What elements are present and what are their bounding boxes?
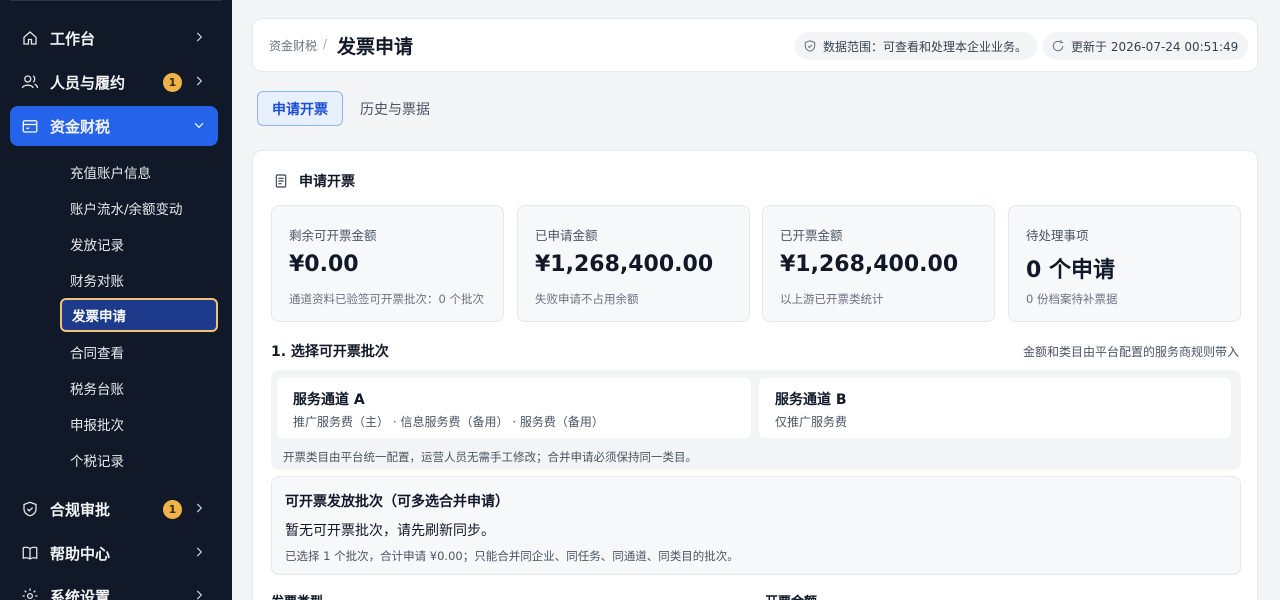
- sidebar-subitem-account-flow[interactable]: 账户流水/余额变动: [60, 191, 218, 225]
- sidebar-item-label: 人员与履约: [50, 73, 126, 92]
- batch-empty-state: 暂无可开票批次，请先刷新同步。: [285, 523, 495, 539]
- stat-card-remaining: 剩余可开票金额 ¥0.00 通道资料已验签可开票批次：0 个批次: [271, 205, 504, 322]
- stat-value: ¥1,268,400.00: [535, 252, 714, 277]
- tab-apply-invoice[interactable]: 申请开票: [257, 91, 343, 126]
- invoice-type-label: 发票类型: [271, 591, 323, 600]
- sidebar-item-personnel[interactable]: 人员与履约 1: [10, 62, 218, 102]
- channel-card-b[interactable]: 服务通道 B 仅推广服务费: [759, 378, 1231, 438]
- sidebar-subitem-reconciliation[interactable]: 财务对账: [60, 263, 218, 297]
- stat-value: ¥1,268,400.00: [780, 252, 959, 277]
- invoice-amount-label: 开票金额: [765, 591, 817, 600]
- users-icon: [20, 72, 40, 92]
- step-hint: 金额和类目由平台配置的服务商规则带入: [1022, 345, 1239, 359]
- sidebar: 工作台 人员与履约 1 资金财税 充值账户信息 账户流水/余额变动 发放记录 财…: [0, 0, 232, 600]
- chevron-right-icon: [192, 501, 206, 515]
- channel-categories: 仅推广服务费: [775, 415, 848, 429]
- stat-card-pending: 待处理事项 0 个申请 0 份档案待补票据: [1008, 205, 1241, 322]
- updated-time: 更新于 2026-07-24 00:51:49: [1071, 39, 1239, 54]
- notification-badge: 1: [163, 500, 182, 519]
- book-icon: [20, 543, 40, 563]
- batch-title: 可开票发放批次（可多选合并申请）: [285, 494, 509, 510]
- stat-note: 通道资料已验签可开票批次：0 个批次: [289, 292, 484, 306]
- channel-card-a[interactable]: 服务通道 A 推广服务费（主） · 信息服务费（备用） · 服务费（备用）: [277, 378, 751, 438]
- document-icon: [275, 174, 287, 188]
- stat-note: 失败申请不占用余额: [535, 292, 639, 306]
- sidebar-subitem-iit-records[interactable]: 个税记录: [60, 443, 218, 477]
- sidebar-item-workbench[interactable]: 工作台: [10, 18, 218, 58]
- sidebar-subitem-tax-ledger[interactable]: 税务台账: [60, 371, 218, 405]
- gear-icon: [20, 586, 40, 600]
- page-header: 资金财税 / 发票申请 数据范围：可查看和处理本企业业务。 更新于 2026-0…: [252, 18, 1258, 72]
- sidebar-item-label: 帮助中心: [50, 544, 111, 563]
- channel-list: 服务通道 A 推广服务费（主） · 信息服务费（备用） · 服务费（备用） 服务…: [271, 370, 1241, 470]
- batch-selector: 可开票发放批次（可多选合并申请） 暂无可开票批次，请先刷新同步。 已选择 1 个…: [271, 476, 1241, 575]
- shield-check-icon: [20, 499, 40, 519]
- sidebar-item-compliance[interactable]: 合规审批 1: [10, 489, 218, 529]
- data-scope-badge: 数据范围：可查看和处理本企业业务。: [795, 32, 1038, 60]
- sidebar-item-help[interactable]: 帮助中心: [10, 533, 218, 573]
- sidebar-item-label: 系统设置: [50, 587, 111, 600]
- stat-value: 0 个申请: [1026, 258, 1115, 283]
- home-icon: [20, 28, 40, 48]
- stat-label: 待处理事项: [1026, 228, 1089, 243]
- invoice-apply-panel: 申请开票 剩余可开票金额 ¥0.00 通道资料已验签可开票批次：0 个批次 已申…: [252, 150, 1258, 600]
- stat-label: 已申请金额: [535, 228, 598, 243]
- stat-card-applied: 已申请金额 ¥1,268,400.00 失败申请不占用余额: [517, 205, 750, 322]
- sidebar-item-settings[interactable]: 系统设置: [10, 576, 218, 600]
- refresh-status-button[interactable]: 更新于 2026-07-24 00:51:49: [1043, 32, 1249, 60]
- channel-title: 服务通道 A: [293, 392, 365, 408]
- sidebar-item-label: 合规审批: [50, 500, 111, 519]
- stat-note: 以上游已开票类统计: [780, 292, 884, 306]
- stat-value: ¥0.00: [289, 252, 359, 277]
- breadcrumb[interactable]: 资金财税: [269, 37, 317, 54]
- batch-summary: 已选择 1 个批次，合计申请 ¥0.00；只能合并同企业、同任务、同通道、同类目…: [285, 549, 739, 563]
- sidebar-item-label: 工作台: [50, 29, 96, 48]
- chevron-down-icon: [192, 118, 206, 132]
- sidebar-subitem-payout-records[interactable]: 发放记录: [60, 227, 218, 261]
- channel-note: 开票类目由平台统一配置，运营人员无需手工修改；合并申请必须保持同一类目。: [283, 450, 697, 464]
- stat-label: 已开票金额: [780, 228, 843, 243]
- step-title: 1. 选择可开票批次: [271, 344, 389, 360]
- chevron-right-icon: [192, 74, 206, 88]
- breadcrumb-separator: /: [323, 37, 328, 51]
- sidebar-subitem-filing-batches[interactable]: 申报批次: [60, 407, 218, 441]
- chevron-right-icon: [192, 545, 206, 559]
- chevron-right-icon: [192, 30, 206, 44]
- sidebar-subitem-invoice-apply[interactable]: 发票申请: [60, 298, 218, 332]
- sidebar-divider: [10, 0, 222, 1]
- stat-label: 剩余可开票金额: [289, 228, 377, 243]
- shield-icon: [804, 40, 816, 52]
- sidebar-item-label: 资金财税: [50, 117, 111, 136]
- tab-history[interactable]: 历史与票据: [346, 91, 444, 126]
- data-scope-text: 数据范围：可查看和处理本企业业务。: [823, 39, 1028, 54]
- wallet-icon: [20, 116, 40, 136]
- stat-card-invoiced: 已开票金额 ¥1,268,400.00 以上游已开票类统计: [762, 205, 995, 322]
- notification-badge: 1: [163, 73, 182, 92]
- tab-bar: 申请开票 历史与票据: [252, 86, 1258, 130]
- sidebar-subitem-contracts[interactable]: 合同查看: [60, 335, 218, 369]
- channel-categories: 推广服务费（主） · 信息服务费（备用） · 服务费（备用）: [293, 415, 604, 429]
- chevron-right-icon: [192, 588, 206, 600]
- page-title: 发票申请: [337, 36, 414, 58]
- sidebar-item-finance[interactable]: 资金财税: [10, 106, 218, 146]
- refresh-icon: [1052, 40, 1064, 52]
- channel-title: 服务通道 B: [775, 392, 847, 408]
- section-title: 申请开票: [299, 174, 355, 190]
- section-header: 申请开票: [273, 171, 355, 191]
- sidebar-subitem-recharge-account[interactable]: 充值账户信息: [60, 155, 218, 189]
- stat-note: 0 份档案待补票据: [1026, 292, 1118, 306]
